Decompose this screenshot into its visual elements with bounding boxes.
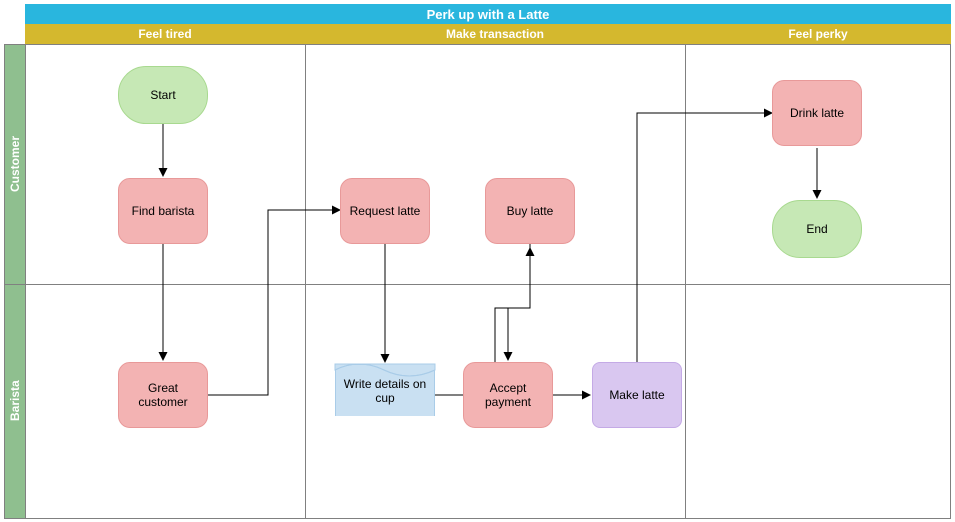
buy-latte-node: Buy latte xyxy=(485,178,575,244)
write-details-node: Write details on cup xyxy=(335,364,435,416)
accept-payment-node: Accept payment xyxy=(463,362,553,428)
great-customer-node: Great customer xyxy=(118,362,208,428)
find-barista-node: Find barista xyxy=(118,178,208,244)
start-node: Start xyxy=(118,66,208,124)
make-latte-node: Make latte xyxy=(592,362,682,428)
request-latte-node: Request latte xyxy=(340,178,430,244)
swimlane-diagram: Perk up with a Latte Feel tired Make tra… xyxy=(0,0,955,522)
end-node: End xyxy=(772,200,862,258)
drink-latte-node: Drink latte xyxy=(772,80,862,146)
